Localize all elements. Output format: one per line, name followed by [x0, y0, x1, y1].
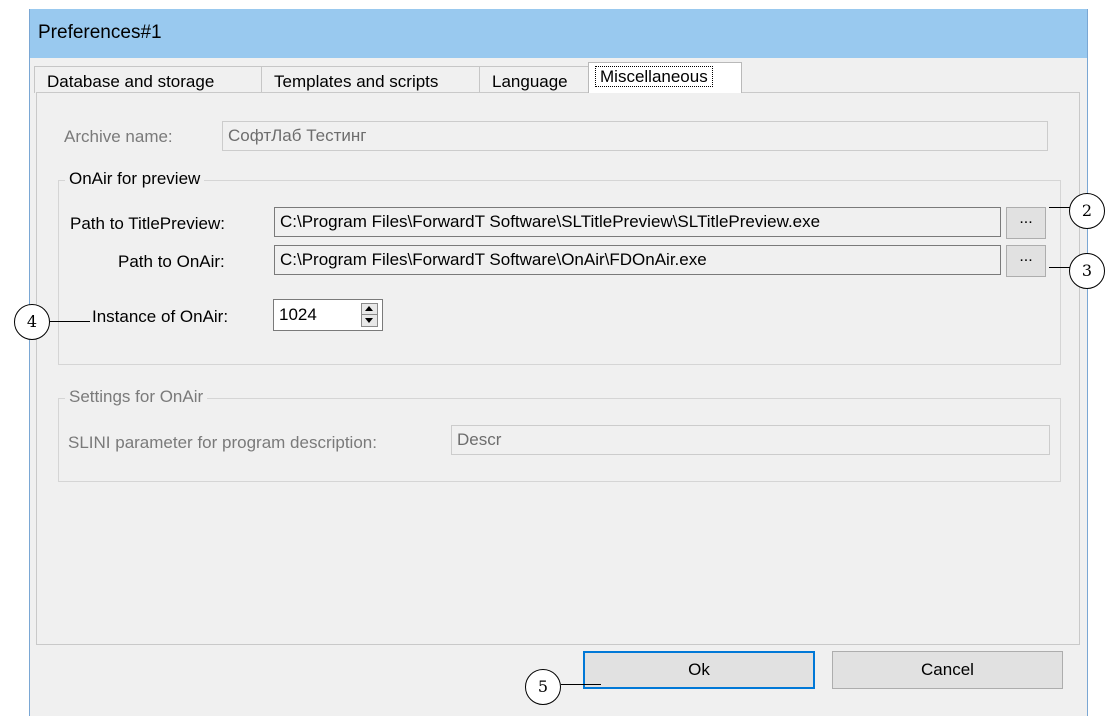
callout-5-leader	[561, 684, 601, 685]
chevron-up-icon	[365, 306, 373, 311]
window-title: Preferences#1	[38, 22, 162, 43]
archive-name-label: Archive name:	[64, 127, 173, 146]
instance-of-onair-stepper[interactable]: 1024	[273, 299, 383, 331]
slini-parameter-label: SLINI parameter for program description:	[68, 433, 377, 452]
path-to-onair-value: C:\Program Files\ForwardT Software\OnAir…	[280, 250, 707, 269]
stepper-down-button[interactable]	[362, 315, 377, 326]
path-to-onair-input[interactable]: C:\Program Files\ForwardT Software\OnAir…	[274, 245, 1001, 275]
miscellaneous-panel: Archive name: СофтЛаб Тестинг OnAir for …	[36, 92, 1080, 645]
title-bar[interactable]: Preferences#1	[30, 9, 1087, 58]
ok-button[interactable]: Ok	[583, 651, 815, 689]
callout-3-leader	[1049, 267, 1071, 268]
stepper-up-button[interactable]	[362, 304, 377, 315]
settings-for-onair-legend: Settings for OnAir	[65, 387, 208, 407]
instance-of-onair-label: Instance of OnAir:	[92, 307, 229, 326]
browse-onair-button[interactable]: ...	[1006, 245, 1046, 277]
tab-language[interactable]: Language	[479, 66, 589, 93]
tab-label: Database and storage	[47, 72, 215, 91]
tab-label: Templates and scripts	[274, 72, 439, 91]
callout-2: 2	[1069, 193, 1105, 229]
onair-for-preview-legend: OnAir for preview	[65, 169, 205, 189]
callout-3: 3	[1069, 253, 1105, 289]
preferences-dialog: Preferences#1 Database and storage Templ…	[29, 9, 1088, 716]
slini-parameter-field: Descr	[451, 425, 1050, 455]
callout-2-leader	[1049, 207, 1071, 208]
callout-5: 5	[525, 669, 561, 705]
callout-4: 4	[14, 304, 50, 340]
instance-value: 1024	[279, 305, 317, 324]
path-to-titlepreview-input[interactable]: C:\Program Files\ForwardT Software\SLTit…	[274, 207, 1001, 237]
tab-database-and-storage[interactable]: Database and storage	[34, 66, 262, 93]
path-to-titlepreview-value: C:\Program Files\ForwardT Software\SLTit…	[280, 212, 821, 231]
callout-4-leader	[50, 321, 90, 322]
tab-label: Miscellaneous	[595, 66, 713, 87]
tab-miscellaneous[interactable]: Miscellaneous	[588, 62, 742, 93]
browse-titlepreview-button[interactable]: ...	[1006, 207, 1046, 239]
slini-parameter-value: Descr	[457, 430, 502, 449]
cancel-button[interactable]: Cancel	[832, 651, 1063, 689]
path-to-titlepreview-label: Path to TitlePreview:	[70, 214, 225, 233]
tab-label: Language	[492, 72, 568, 91]
chevron-down-icon	[365, 318, 373, 323]
archive-name-value: СофтЛаб Тестинг	[228, 126, 367, 145]
tab-templates-and-scripts[interactable]: Templates and scripts	[261, 66, 480, 93]
archive-name-field: СофтЛаб Тестинг	[222, 121, 1048, 151]
stepper-buttons	[361, 303, 378, 327]
path-to-onair-label: Path to OnAir:	[118, 252, 225, 271]
